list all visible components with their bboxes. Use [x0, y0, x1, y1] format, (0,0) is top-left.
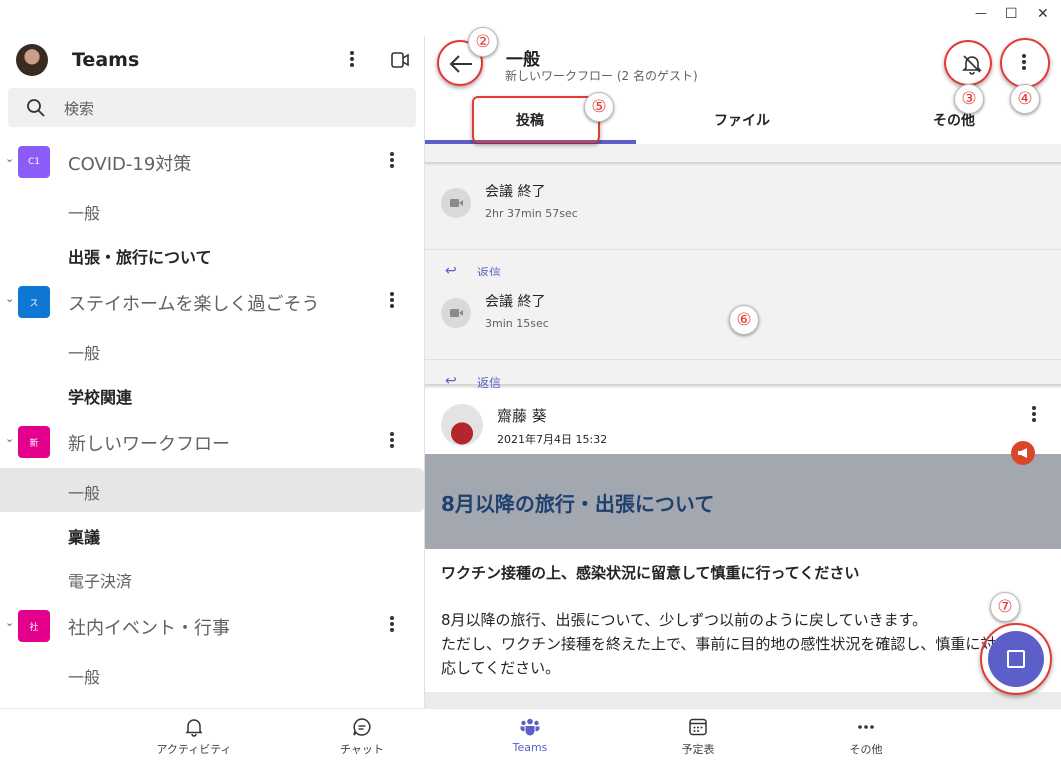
meeting-title: 会議 終了 — [485, 294, 546, 310]
channel-item[interactable]: 稟議 — [68, 524, 100, 548]
avatar[interactable] — [441, 404, 483, 446]
team-events[interactable]: ⌄ 社 社内イベント・行事 — [0, 604, 425, 648]
team-more-icon[interactable] — [386, 290, 398, 314]
channel-item[interactable]: 一般 — [68, 664, 100, 688]
channel-item[interactable]: 学校関連 — [68, 384, 132, 408]
channel-item[interactable]: 一般 — [68, 200, 100, 224]
chevron-down-icon[interactable]: ⌄ — [5, 292, 14, 305]
previous-card-tail — [425, 144, 1061, 164]
annotation-number: ⑥ — [729, 305, 759, 335]
chevron-down-icon[interactable]: ⌄ — [5, 152, 14, 165]
post-more-icon[interactable] — [1028, 404, 1040, 428]
annotation-number: ④ — [1010, 84, 1040, 114]
annotation-circle-bell — [944, 40, 992, 86]
post-body-line: 応してください。 — [441, 659, 561, 677]
announcement-post[interactable]: 齋藤 葵 2021年7月4日 15:32 8月以降の旅行・出張について ワクチン… — [425, 388, 1061, 692]
annotation-number: ③ — [954, 84, 984, 114]
video-icon — [441, 298, 471, 328]
megaphone-icon — [1011, 441, 1035, 465]
annotation-circle-fab — [980, 623, 1052, 695]
post-date: 2021年7月4日 15:32 — [497, 433, 608, 446]
avatar[interactable] — [16, 44, 48, 76]
nav-label: チャット — [340, 743, 384, 756]
nav-label: アクティビティ — [156, 743, 232, 756]
team-name: ステイホームを楽しく過ごそう — [68, 294, 320, 315]
team-more-icon[interactable] — [386, 150, 398, 174]
search-icon — [27, 99, 45, 117]
calendar-icon — [689, 718, 707, 736]
selected-channel-highlight — [0, 468, 424, 512]
nav-label: 予定表 — [681, 743, 715, 756]
annotation-number: ⑤ — [584, 92, 614, 122]
channel-item[interactable]: 出張・旅行について — [68, 244, 212, 268]
bottom-nav: アクティビティ チャット Teams 予定表 その他 — [0, 708, 1061, 764]
nav-activity[interactable]: アクティビティ — [134, 709, 254, 764]
team-badge: 社 — [18, 610, 50, 642]
minimize-icon[interactable]: — — [975, 6, 987, 20]
nav-calendar[interactable]: 予定表 — [638, 709, 758, 764]
annotation-number: ⑦ — [990, 592, 1020, 622]
divider — [425, 359, 1061, 360]
tab-files[interactable]: ファイル — [714, 110, 770, 130]
post-subject: ワクチン接種の上、感染状況に留意して慎重に行ってください — [441, 564, 860, 582]
more-horizontal-icon — [858, 725, 874, 729]
nav-label: Teams — [512, 741, 548, 754]
nav-more[interactable]: その他 — [806, 709, 926, 764]
more-options-icon[interactable] — [346, 49, 358, 73]
meeting-duration: 2hr 37min 57sec — [485, 207, 578, 220]
post-body: 8月以降の旅行、出張について、少しずつ以前のように戻していきます。 ただし、ワク… — [441, 608, 1041, 680]
meeting-card[interactable]: 会議 終了 2hr 37min 57sec ↩ 返信 — [425, 166, 1061, 290]
annotation-circle-more — [1000, 38, 1050, 88]
channel-item[interactable]: 一般 — [68, 340, 100, 364]
banner-title: 8月以降の旅行・出張について — [441, 492, 715, 516]
team-badge: 新 — [18, 426, 50, 458]
team-stayhome[interactable]: ⌄ ス ステイホームを楽しく過ごそう — [0, 280, 425, 324]
meeting-title: 会議 終了 — [485, 184, 546, 200]
search-input[interactable]: 検索 — [8, 88, 416, 127]
team-workflow[interactable]: ⌄ 新 新しいワークフロー — [0, 420, 425, 464]
bell-icon — [185, 719, 203, 737]
team-more-icon[interactable] — [386, 614, 398, 638]
annotation-rect-posts-tab — [472, 96, 600, 143]
teams-icon — [520, 718, 540, 736]
page-title: Teams — [72, 49, 140, 71]
app-window: ← — ☐ ✕ Teams 検索 ⌄ C1 COVID-19対策 一般 出張・旅… — [0, 0, 1061, 764]
post-body-line: ただし、ワクチン接種を終えた上で、事前に目的地の感性状況を確認し、慎重に対 — [441, 635, 996, 653]
post-body-line: 8月以降の旅行、出張について、少しずつ以前のように戻していきます。 — [441, 611, 928, 629]
chevron-down-icon[interactable]: ⌄ — [5, 432, 14, 445]
channel-item-selected[interactable]: 一般 — [68, 480, 100, 504]
message-feed[interactable]: 会議 終了 2hr 37min 57sec ↩ 返信 会議 終了 3min 15… — [425, 144, 1061, 708]
search-placeholder: 検索 — [64, 100, 95, 118]
channel-subtitle: 新しいワークフロー (2 名のゲスト) — [505, 69, 698, 83]
video-icon — [441, 188, 471, 218]
maximize-icon[interactable]: ☐ — [1005, 6, 1018, 22]
team-more-icon[interactable] — [386, 430, 398, 454]
team-name: 社内イベント・行事 — [68, 618, 230, 639]
team-badge: C1 — [18, 146, 50, 178]
divider — [425, 249, 1061, 250]
meeting-duration: 3min 15sec — [485, 317, 549, 330]
chat-icon — [353, 718, 371, 736]
close-icon[interactable]: ✕ — [1037, 6, 1049, 22]
new-meeting-icon[interactable] — [390, 51, 410, 69]
chevron-down-icon[interactable]: ⌄ — [5, 616, 14, 629]
nav-chat[interactable]: チャット — [302, 709, 422, 764]
channel-item[interactable]: 電子決済 — [68, 568, 132, 592]
nav-teams[interactable]: Teams — [470, 709, 590, 764]
team-name: COVID-19対策 — [68, 154, 192, 175]
reply-icon[interactable]: ↩ — [445, 373, 457, 389]
team-badge: ス — [18, 286, 50, 318]
post-author: 齋藤 葵 — [497, 407, 547, 425]
team-covid[interactable]: ⌄ C1 COVID-19対策 — [0, 140, 425, 184]
team-name: 新しいワークフロー — [68, 434, 230, 455]
teams-sidebar: Teams 検索 ⌄ C1 COVID-19対策 一般 出張・旅行について ⌄ … — [0, 0, 425, 708]
announcement-banner: 8月以降の旅行・出張について — [425, 454, 1061, 549]
nav-label: その他 — [849, 743, 883, 756]
annotation-number: ② — [468, 27, 498, 57]
